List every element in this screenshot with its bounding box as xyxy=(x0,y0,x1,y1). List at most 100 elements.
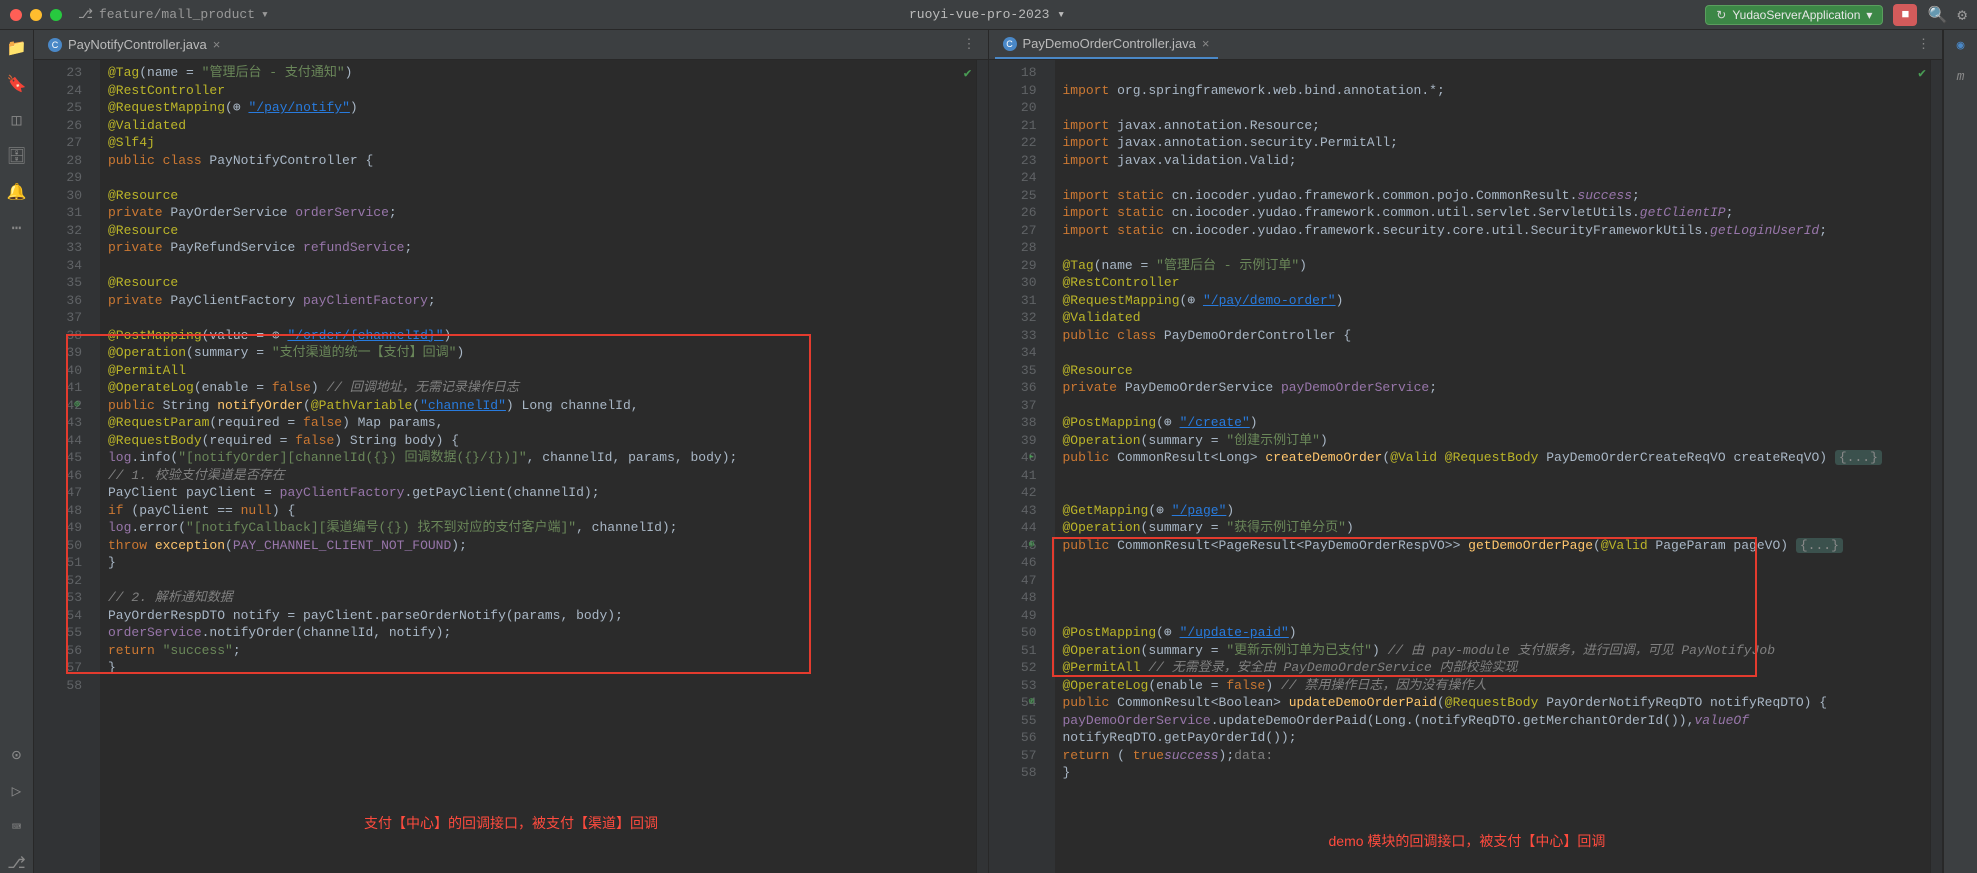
code-line[interactable]: log.error("[notifyCallback][渠道编号({}) 找不到… xyxy=(100,519,976,537)
code-line[interactable]: @Validated xyxy=(100,117,976,135)
code-line[interactable]: return ( truesuccess);data: xyxy=(1055,747,1931,765)
code-line[interactable]: @Operation(summary = "获得示例订单分页") xyxy=(1055,519,1931,537)
project-name[interactable]: ruoyi-vue-pro-2023 ▾ xyxy=(269,7,1705,22)
code-line[interactable] xyxy=(1055,99,1931,117)
code-line[interactable]: // 2. 解析通知数据 xyxy=(100,589,976,607)
code-line[interactable]: import static cn.iocoder.yudao.framework… xyxy=(1055,204,1931,222)
gutter-run-icon[interactable]: ⊕ xyxy=(1028,694,1034,712)
code-line[interactable] xyxy=(1055,397,1931,415)
left-code-area[interactable]: ✔ 23242526272829303132333435363738394041… xyxy=(34,60,988,873)
code-line[interactable] xyxy=(1055,239,1931,257)
code-line[interactable]: @Validated xyxy=(1055,309,1931,327)
terminal-tool-icon[interactable]: ⌨ xyxy=(12,817,22,837)
code-line[interactable]: private PayDemoOrderService payDemoOrder… xyxy=(1055,379,1931,397)
gutter-run-icon[interactable]: ⊕ xyxy=(74,397,80,415)
code-line[interactable]: @Resource xyxy=(100,222,976,240)
code-line[interactable]: public class PayDemoOrderController { xyxy=(1055,327,1931,345)
tab-more-icon[interactable]: ⋮ xyxy=(1911,37,1936,52)
code-line[interactable]: import org.springframework.web.bind.anno… xyxy=(1055,82,1931,100)
code-line[interactable]: @PermitAll xyxy=(100,362,976,380)
code-line[interactable]: @GetMapping(⊕ "/page") xyxy=(1055,502,1931,520)
code-line[interactable] xyxy=(1055,607,1931,625)
code-line[interactable] xyxy=(1055,467,1931,485)
code-line[interactable]: @Operation(summary = "支付渠道的统一【支付】回调") xyxy=(100,344,976,362)
code-line[interactable]: @Operation(summary = "创建示例订单") xyxy=(1055,432,1931,450)
code-line[interactable]: @Slf4j xyxy=(100,134,976,152)
code-line[interactable]: } xyxy=(100,659,976,677)
code-line[interactable]: public CommonResult<Boolean> updateDemoO… xyxy=(1055,694,1931,712)
code-line[interactable]: public String notifyOrder(@PathVariable(… xyxy=(100,397,976,415)
code-line[interactable] xyxy=(1055,554,1931,572)
code-line[interactable]: @PostMapping(value = ⊕ "/order/{channelI… xyxy=(100,327,976,345)
code-line[interactable]: @OperateLog(enable = false) // 回调地址，无需记录… xyxy=(100,379,976,397)
code-line[interactable]: @PostMapping(⊕ "/update-paid") xyxy=(1055,624,1931,642)
code-line[interactable]: // 1. 校验支付渠道是否存在 xyxy=(100,467,976,485)
close-icon[interactable]: × xyxy=(213,37,221,52)
right-marker-strip[interactable] xyxy=(1930,60,1942,873)
code-line[interactable]: @RequestBody(required = false) String bo… xyxy=(100,432,976,450)
code-line[interactable]: private PayClientFactory payClientFactor… xyxy=(100,292,976,310)
code-line[interactable] xyxy=(1055,64,1931,82)
minimize-window-icon[interactable] xyxy=(30,9,42,21)
more-tool-icon[interactable]: ⋯ xyxy=(12,218,22,238)
code-line[interactable]: @RequestParam(required = false) Map para… xyxy=(100,414,976,432)
database-tool-icon[interactable]: 🗄 xyxy=(6,146,26,166)
code-line[interactable]: throw exception(PAY_CHANNEL_CLIENT_NOT_F… xyxy=(100,537,976,555)
stop-button[interactable]: ■ xyxy=(1893,4,1917,26)
code-line[interactable] xyxy=(1055,344,1931,362)
vcs-branch[interactable]: ⎇ feature/mall_product ▾ xyxy=(78,7,269,22)
structure-tool-icon[interactable]: ◫ xyxy=(12,110,22,130)
code-line[interactable]: @Resource xyxy=(1055,362,1931,380)
code-line[interactable]: @PermitAll // 无需登录，安全由 PayDemoOrderServi… xyxy=(1055,659,1931,677)
vcs-tool-icon[interactable]: ⎇ xyxy=(7,853,25,873)
code-line[interactable]: notifyReqDTO.getPayOrderId()); xyxy=(1055,729,1931,747)
code-line[interactable]: private PayOrderService orderService; xyxy=(100,204,976,222)
code-line[interactable]: } xyxy=(1055,764,1931,782)
settings-icon[interactable]: ⚙ xyxy=(1957,5,1967,25)
code-line[interactable]: @Resource xyxy=(100,187,976,205)
code-line[interactable]: import javax.validation.Valid; xyxy=(1055,152,1931,170)
code-line[interactable] xyxy=(100,677,976,695)
code-line[interactable]: public class PayNotifyController { xyxy=(100,152,976,170)
notifications-icon[interactable]: 🔔 xyxy=(7,182,27,202)
code-line[interactable] xyxy=(100,572,976,590)
code-line[interactable] xyxy=(1055,589,1931,607)
close-icon[interactable]: × xyxy=(1202,36,1210,51)
code-line[interactable]: @RequestMapping(⊕ "/pay/notify") xyxy=(100,99,976,117)
build-tool-icon[interactable]: ⊙ xyxy=(12,745,22,765)
search-icon[interactable]: 🔍 xyxy=(1927,5,1947,25)
code-line[interactable]: orderService.notifyOrder(channelId, noti… xyxy=(100,624,976,642)
code-line[interactable]: @RequestMapping(⊕ "/pay/demo-order") xyxy=(1055,292,1931,310)
code-line[interactable]: @PostMapping(⊕ "/create") xyxy=(1055,414,1931,432)
code-line[interactable]: import javax.annotation.Resource; xyxy=(1055,117,1931,135)
code-line[interactable]: PayOrderRespDTO notify = payClient.parse… xyxy=(100,607,976,625)
tab-pay-notify-controller[interactable]: C PayNotifyController.java × xyxy=(40,30,228,59)
code-line[interactable]: import static cn.iocoder.yudao.framework… xyxy=(1055,187,1931,205)
code-line[interactable]: @Tag(name = "管理后台 - 支付通知") xyxy=(100,64,976,82)
code-line[interactable]: log.info("[notifyOrder][channelId({}) 回调… xyxy=(100,449,976,467)
close-window-icon[interactable] xyxy=(10,9,22,21)
left-marker-strip[interactable] xyxy=(976,60,988,873)
right-code-body[interactable]: import org.springframework.web.bind.anno… xyxy=(1055,60,1931,873)
tab-more-icon[interactable]: ⋮ xyxy=(957,37,982,52)
code-line[interactable]: import static cn.iocoder.yudao.framework… xyxy=(1055,222,1931,240)
code-line[interactable]: public CommonResult<Long> createDemoOrde… xyxy=(1055,449,1931,467)
code-line[interactable]: return "success"; xyxy=(100,642,976,660)
gutter-run-icon[interactable]: ▸ xyxy=(1028,449,1034,467)
code-line[interactable] xyxy=(1055,572,1931,590)
right-code-area[interactable]: ✔ 18192021222324252627282930313233343536… xyxy=(989,60,1943,873)
code-line[interactable]: @RestController xyxy=(1055,274,1931,292)
code-line[interactable] xyxy=(1055,484,1931,502)
code-line[interactable] xyxy=(100,309,976,327)
code-line[interactable]: if (payClient == null) { xyxy=(100,502,976,520)
run-configuration-button[interactable]: YudaoServerApplication ▾ xyxy=(1705,5,1883,25)
code-line[interactable] xyxy=(1055,169,1931,187)
code-line[interactable]: private PayRefundService refundService; xyxy=(100,239,976,257)
maven-tool-icon[interactable]: m xyxy=(1957,69,1965,84)
tab-pay-demo-order-controller[interactable]: C PayDemoOrderController.java × xyxy=(995,30,1218,59)
code-line[interactable]: public CommonResult<PageResult<PayDemoOr… xyxy=(1055,537,1931,555)
code-line[interactable]: } xyxy=(100,554,976,572)
gutter-run-icon[interactable]: ⊕ xyxy=(1028,537,1034,555)
project-tool-icon[interactable]: 📁 xyxy=(7,38,27,58)
run-tool-icon[interactable]: ▷ xyxy=(12,781,22,801)
